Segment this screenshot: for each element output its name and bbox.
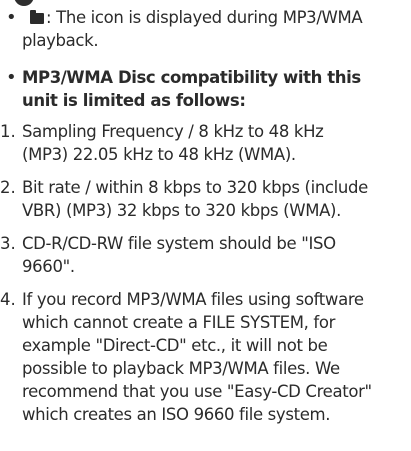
list-text: If you record MP3/WMA files using softwa… [22,290,372,424]
list-number: 4. [0,290,16,309]
bullet-dot: • [6,67,17,88]
list-number: 3. [0,234,16,253]
list-number: 2. [0,178,16,197]
list-text: Bit rate / within 8 kbps to 320 kbps (in… [22,178,368,220]
list-text: CD-R/CD-RW file system should be "ISO 96… [22,234,336,276]
bullet-text: : The icon is displayed during MP3/WMA p… [22,6,404,52]
list-text: Sampling Frequency / 8 kHz to 48 kHz (MP… [22,122,324,164]
bullet-text-content: : The icon is displayed during MP3/WMA p… [22,8,363,50]
bullet-heading: MP3/WMA Disc compatibility with this uni… [22,68,361,110]
list-number: 1. [0,122,16,141]
bullet-dot: • [6,7,17,28]
folder-icon [30,10,44,24]
